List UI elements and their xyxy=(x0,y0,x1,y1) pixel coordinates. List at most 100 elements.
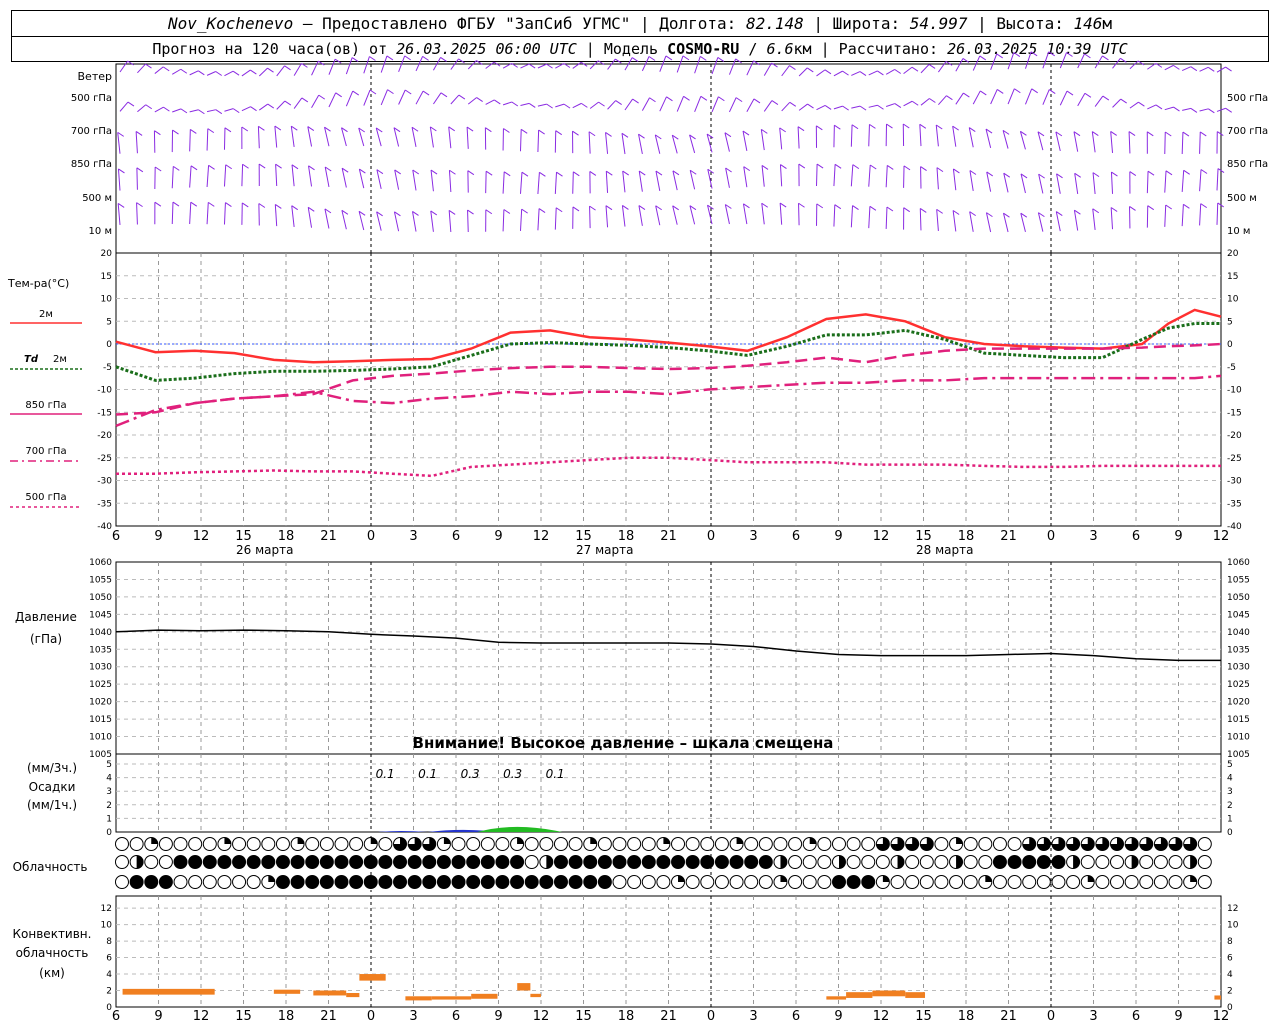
wind-barb xyxy=(119,101,129,112)
wind-barb-flag xyxy=(894,103,902,108)
wind-barb-flag xyxy=(422,55,429,61)
cloud-symbol xyxy=(202,875,217,889)
cloud-symbol-fill xyxy=(671,855,685,869)
cloud-symbol-fill xyxy=(174,855,188,869)
x-hour-label-bottom: 6 xyxy=(792,1009,800,1024)
cloud-symbol xyxy=(802,855,817,869)
wind-barb xyxy=(1059,52,1067,69)
cloud-symbol xyxy=(788,837,803,851)
wind-level-label-left: 500 м xyxy=(82,193,112,204)
pressure-tick-left: 1050 xyxy=(89,593,112,603)
wind-barb xyxy=(728,97,737,113)
wind-barb-flag xyxy=(207,128,215,134)
cloud-symbol xyxy=(817,837,832,851)
wind-barb-flag xyxy=(198,70,205,76)
wind-barb xyxy=(624,98,634,111)
wind-barb-flag xyxy=(334,58,342,64)
wind-barb xyxy=(1110,172,1114,194)
wind-barb-flag xyxy=(528,63,536,69)
wind-barb-flag xyxy=(979,90,987,96)
wind-barb xyxy=(291,205,295,227)
t500-line xyxy=(116,456,1221,478)
wind-barb-flag xyxy=(834,163,842,169)
cloud-symbol-fill xyxy=(320,875,334,889)
wind-barb xyxy=(1077,53,1085,69)
cloud-symbol xyxy=(861,855,876,869)
x-hour-label: 9 xyxy=(494,529,502,544)
wind-barb xyxy=(206,109,216,113)
cloud-symbol-fill xyxy=(613,855,627,869)
cloud-symbol-fill xyxy=(510,875,524,889)
wind-panel: Ветер 500 гПа 500 гПа 700 гПа 700 гПа 850 гПа… xyxy=(71,51,1268,237)
wind-barb-flag xyxy=(911,100,919,106)
wind-barb-flag xyxy=(1120,57,1127,63)
x-hour-label-bottom: 21 xyxy=(1000,1009,1017,1024)
cloud-symbol-fill xyxy=(408,875,422,889)
x-hour-label-bottom: 15 xyxy=(575,1009,592,1024)
x-hour-label-bottom: 12 xyxy=(1213,1009,1230,1024)
wind-barb xyxy=(760,129,765,151)
wind-barb xyxy=(311,60,319,76)
cloud-symbol-fill xyxy=(364,855,378,869)
wind-level-label-left: 10 м xyxy=(89,226,112,237)
wind-barb-flag xyxy=(1164,131,1172,137)
wind-barb-flag xyxy=(1014,88,1021,94)
wind-barb xyxy=(291,164,295,187)
cloud-symbol xyxy=(685,837,700,851)
cloud-symbol-fill xyxy=(642,855,656,869)
cloud-symbol xyxy=(1124,875,1139,889)
wind-barb-flag xyxy=(1110,131,1117,136)
cloud-symbol xyxy=(1139,855,1154,869)
wind-barb-flag xyxy=(422,90,430,96)
cloud-symbol xyxy=(963,855,978,869)
x-hour-label: 15 xyxy=(915,529,932,544)
cloud-symbol xyxy=(1153,855,1168,869)
wind-barb xyxy=(1199,108,1209,112)
legend-500-label: 500 гПа xyxy=(25,492,66,503)
pressure-tick-right: 1035 xyxy=(1227,645,1250,655)
wind-barb-flag xyxy=(511,101,519,107)
wind-barb xyxy=(502,209,505,232)
wind-level-label-right: 10 м xyxy=(1227,226,1250,237)
wind-barb xyxy=(1092,208,1096,231)
wind-barb-flag xyxy=(779,127,786,133)
precip-tick-right: 5 xyxy=(1227,760,1233,770)
wind-barb xyxy=(1073,210,1079,231)
wind-barb-flag xyxy=(275,204,282,209)
wind-barb-flag xyxy=(1173,106,1180,112)
cloud-symbol xyxy=(1051,875,1066,889)
wind-barb xyxy=(605,171,609,193)
wind-barb-flag xyxy=(581,102,588,108)
temp-tick-left: -20 xyxy=(97,431,112,441)
wind-barb xyxy=(241,69,251,77)
x-hour-label-bottom: 9 xyxy=(154,1009,162,1024)
wind-barb-flag xyxy=(145,63,152,69)
wind-barb xyxy=(1199,66,1209,72)
cloud-symbol xyxy=(1197,837,1212,851)
x-hour-label-bottom: 9 xyxy=(834,1009,842,1024)
conv-cloud-bar xyxy=(517,983,531,991)
cloud-symbol-fill xyxy=(554,855,568,869)
wind-barb-flag xyxy=(485,209,493,215)
wind-barb xyxy=(903,100,913,107)
wind-barb xyxy=(711,96,719,113)
wind-barb-flag xyxy=(1190,66,1198,72)
wind-barb-flag xyxy=(538,129,545,135)
cloud-symbol-fill xyxy=(466,875,480,889)
cloud-symbol-fill xyxy=(144,875,158,889)
wind-barb-flag xyxy=(267,103,275,109)
cloud-symbol xyxy=(553,837,568,851)
wind-barb-flag xyxy=(448,126,455,132)
wind-barb-flag xyxy=(1066,90,1074,96)
conv-tick-left: 2 xyxy=(106,987,112,997)
wind-barb-flag xyxy=(780,164,787,169)
wind-barb-flag xyxy=(555,207,563,213)
cloud-symbol xyxy=(115,855,129,869)
wind-barb-flag xyxy=(622,170,629,176)
cloud-symbol xyxy=(612,837,627,851)
wind-barb xyxy=(728,58,737,75)
cloud-symbol xyxy=(319,837,334,851)
conv-label-2: облачность xyxy=(16,946,89,960)
wind-barb-flag xyxy=(824,104,832,110)
pressure-tick-right: 1015 xyxy=(1227,715,1250,725)
